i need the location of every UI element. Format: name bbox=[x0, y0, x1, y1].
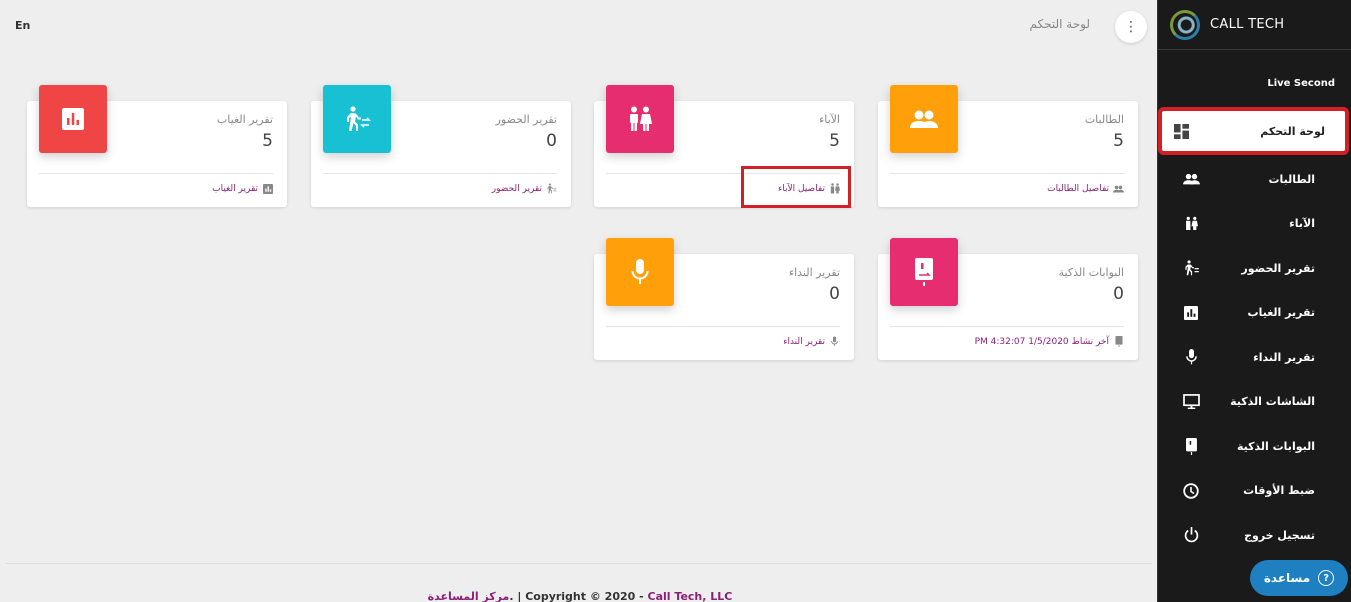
more-vertical-icon: ⋮ bbox=[1124, 19, 1138, 35]
sidebar-item-call-report[interactable]: تقرير النداء bbox=[1158, 335, 1351, 380]
sidebar-item-label: لوحة التحكم bbox=[1260, 124, 1325, 138]
help-button-label: مساعدة bbox=[1263, 571, 1311, 585]
microphone-icon bbox=[606, 238, 674, 306]
sidebar-item-logout[interactable]: تسجيل خروج bbox=[1158, 513, 1351, 558]
group-icon bbox=[1182, 170, 1200, 188]
sidebar-item-label: الطالبات bbox=[1268, 172, 1315, 186]
students-details-link[interactable]: تفاصيل الطالبات bbox=[1047, 183, 1124, 194]
sidebar-item-parents[interactable]: الآباء bbox=[1158, 202, 1351, 247]
card-students: الطالبات 5 تفاصيل الطالبات bbox=[878, 85, 1138, 207]
card-title: الآباء bbox=[819, 113, 840, 126]
card-title: الطالبات bbox=[1084, 113, 1124, 126]
sidebar-item-label: تسجيل خروج bbox=[1244, 528, 1315, 542]
card-value: 5 bbox=[1113, 131, 1124, 151]
microphone-icon bbox=[829, 336, 840, 347]
help-icon: ? bbox=[1318, 570, 1335, 586]
absence-report-link[interactable]: تقرير الغياب bbox=[212, 183, 273, 194]
card-absence-report: تقرير الغياب 5 تقرير الغياب bbox=[27, 85, 287, 207]
sidebar-item-label: تقرير الحضور bbox=[1241, 261, 1315, 275]
monitor-icon bbox=[1182, 393, 1200, 411]
attendance-report-link[interactable]: تقرير الحضور bbox=[492, 183, 557, 194]
card-smart-gates: البوابات الذكية 0 آخر نشاط 1/5/2020 4:32… bbox=[878, 238, 1138, 360]
sidebar-item-smart-screens[interactable]: الشاشات الذكية bbox=[1158, 380, 1351, 425]
sidebar-item-label: الشاشات الذكية bbox=[1230, 395, 1315, 409]
card-call-report: تقرير النداء 0 تقرير النداء bbox=[594, 238, 854, 360]
sidebar-item-label: تقرير النداء bbox=[1253, 350, 1315, 364]
company-link[interactable]: Call Tech, LLC bbox=[648, 590, 733, 602]
card-divider bbox=[890, 326, 1124, 327]
clock-icon bbox=[1182, 482, 1200, 500]
gate-icon bbox=[1113, 336, 1124, 347]
card-footer-label: آخر نشاط 1/5/2020 4:32:07 PM bbox=[974, 336, 1109, 347]
group-icon bbox=[1113, 183, 1124, 194]
sidebar-menu: لوحة التحكم الطالبات الآباء تقرير الحضور… bbox=[1158, 111, 1351, 558]
highlight-box bbox=[741, 166, 851, 208]
parents-icon bbox=[606, 85, 674, 153]
walking-icon bbox=[546, 183, 557, 194]
page-title: لوحة التحكم bbox=[1029, 17, 1091, 31]
group-icon bbox=[890, 85, 958, 153]
call-report-link[interactable]: تقرير النداء bbox=[783, 336, 840, 347]
sidebar-item-smart-gates[interactable]: البوابات الذكية bbox=[1158, 424, 1351, 469]
microphone-icon bbox=[1182, 348, 1200, 366]
sidebar-item-dashboard[interactable]: لوحة التحكم bbox=[1162, 111, 1345, 151]
logo-icon bbox=[1170, 9, 1200, 40]
brand[interactable]: CALL TECH bbox=[1158, 0, 1351, 50]
last-activity-link[interactable]: آخر نشاط 1/5/2020 4:32:07 PM bbox=[975, 336, 1124, 347]
separator: . | bbox=[509, 590, 526, 602]
card-divider bbox=[39, 173, 273, 174]
chart-icon bbox=[39, 85, 107, 153]
sidebar-item-label: البوابات الذكية bbox=[1236, 439, 1315, 453]
sidebar-item-label: تقرير الغياب bbox=[1247, 306, 1315, 320]
card-title: تقرير النداء bbox=[788, 266, 840, 279]
copyright: مركز المساعدة. | Copyright © 2020 - Call… bbox=[0, 590, 1160, 602]
card-footer-label: تقرير النداء bbox=[783, 336, 825, 347]
brand-name: CALL TECH bbox=[1210, 17, 1285, 32]
card-value: 0 bbox=[546, 131, 557, 151]
card-value: 5 bbox=[262, 131, 273, 151]
card-title: البوابات الذكية bbox=[1058, 266, 1124, 279]
walking-icon bbox=[323, 85, 391, 153]
chart-icon bbox=[1182, 304, 1200, 322]
sidebar-item-label: الآباء bbox=[1289, 217, 1315, 231]
more-options-button[interactable]: ⋮ bbox=[1115, 11, 1147, 43]
card-value: 0 bbox=[829, 284, 840, 304]
card-title: تقرير الغياب bbox=[216, 113, 273, 126]
card-divider bbox=[606, 326, 840, 327]
sidebar-item-absence[interactable]: تقرير الغياب bbox=[1158, 291, 1351, 336]
power-icon bbox=[1182, 526, 1200, 544]
chart-icon bbox=[262, 183, 273, 194]
dashboard-icon bbox=[1172, 122, 1190, 140]
help-center-link[interactable]: مركز المساعدة bbox=[428, 590, 510, 602]
copyright-prefix: Copyright © 2020 - bbox=[525, 590, 648, 602]
card-footer-label: تفاصيل الطالبات bbox=[1047, 183, 1109, 194]
card-divider bbox=[890, 173, 1124, 174]
card-footer-label: تقرير الحضور bbox=[491, 183, 542, 194]
sidebar-item-label: ضبط الأوقات bbox=[1243, 484, 1315, 498]
live-second-label[interactable]: Live Second bbox=[1174, 78, 1335, 94]
card-divider bbox=[323, 173, 557, 174]
language-toggle[interactable]: En bbox=[15, 19, 30, 32]
card-title: تقرير الحضور bbox=[495, 113, 557, 126]
gate-icon bbox=[1182, 437, 1200, 455]
sidebar-item-time-settings[interactable]: ضبط الأوقات bbox=[1158, 469, 1351, 514]
card-value: 0 bbox=[1113, 284, 1124, 304]
parents-icon bbox=[1182, 215, 1200, 233]
card-attendance-report: تقرير الحضور 0 تقرير الحضور bbox=[311, 85, 571, 207]
card-value: 5 bbox=[829, 131, 840, 151]
help-button[interactable]: ? مساعدة bbox=[1250, 560, 1348, 596]
walking-icon bbox=[1182, 259, 1200, 277]
sidebar-item-students[interactable]: الطالبات bbox=[1158, 157, 1351, 202]
card-footer-label: تقرير الغياب bbox=[212, 183, 258, 194]
sidebar: CALL TECH Live Second لوحة التحكم الطالب… bbox=[1157, 0, 1351, 602]
sidebar-item-attendance[interactable]: تقرير الحضور bbox=[1158, 246, 1351, 291]
gate-icon bbox=[890, 238, 958, 306]
footer-divider bbox=[5, 563, 1152, 564]
